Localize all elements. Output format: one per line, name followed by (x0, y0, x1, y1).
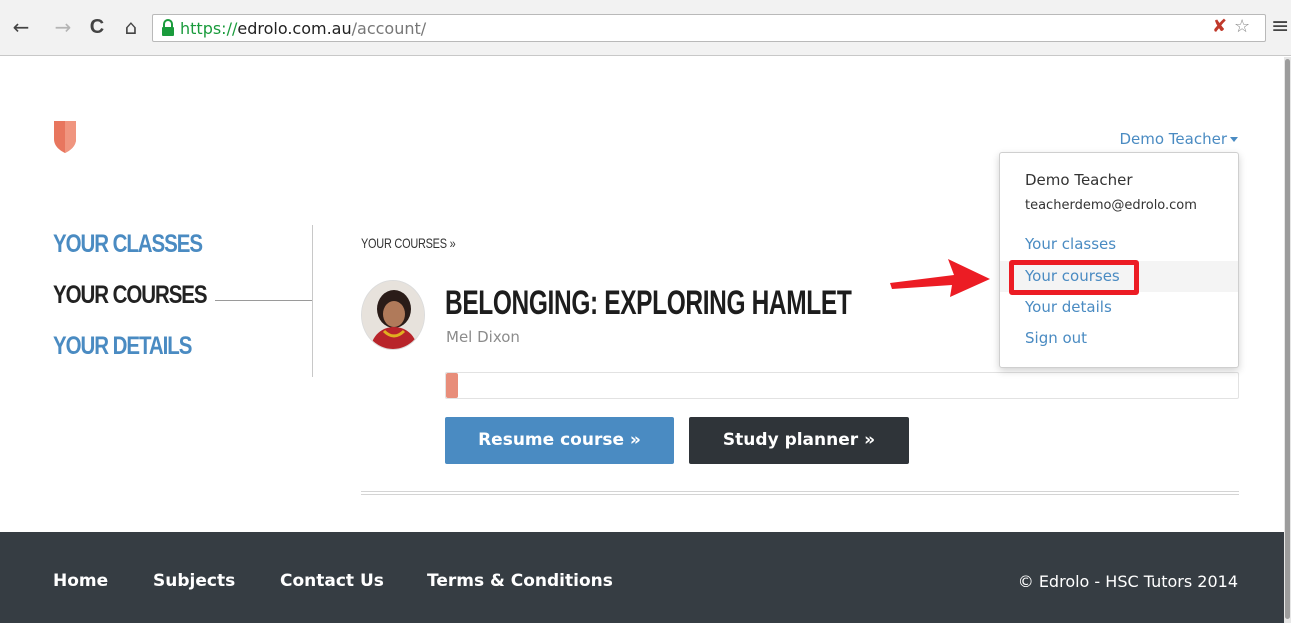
forward-icon[interactable]: → (50, 14, 76, 40)
study-planner-button[interactable]: Study planner » (689, 417, 909, 464)
side-nav-your-courses[interactable]: YOUR COURSES (53, 280, 208, 331)
course-author: Mel Dixon (446, 328, 520, 346)
side-nav: YOUR CLASSES YOUR COURSES YOUR DETAILS (53, 229, 240, 382)
course-progress-fill (446, 373, 458, 398)
page-scrollbar[interactable] (1284, 57, 1291, 623)
annotation-arrow-icon (890, 259, 990, 297)
author-avatar (361, 280, 425, 350)
vertical-divider (312, 225, 313, 377)
dropdown-user-name: Demo Teacher (1025, 171, 1133, 189)
dropdown-item-sign-out[interactable]: Sign out (1000, 323, 1238, 354)
bookmark-star-icon[interactable]: ☆ (1234, 16, 1250, 38)
browser-menu-icon[interactable]: ≡ (1271, 16, 1289, 38)
footer-link-contact-us[interactable]: Contact Us (280, 571, 384, 591)
side-nav-your-classes[interactable]: YOUR CLASSES (53, 229, 207, 280)
footer-link-terms[interactable]: Terms & Conditions (427, 571, 613, 591)
footer: Home Subjects Contact Us Terms & Conditi… (0, 532, 1284, 623)
scrollbar-thumb[interactable] (1285, 59, 1290, 619)
course-title[interactable]: BELONGING: EXPLORING HAMLET (445, 284, 852, 323)
dropdown-item-your-details[interactable]: Your details (1000, 292, 1238, 323)
extension-icon[interactable]: ✘ (1212, 16, 1227, 38)
breadcrumb[interactable]: YOUR COURSES » (361, 235, 456, 251)
annotation-highlight-box (1009, 260, 1139, 295)
active-indicator-line (215, 300, 313, 301)
user-dropdown-menu: Demo Teacher teacherdemo@edrolo.com Your… (999, 152, 1239, 368)
user-menu-toggle[interactable]: Demo Teacher (1119, 130, 1238, 148)
lock-icon (162, 19, 174, 36)
course-progress-bar (445, 372, 1239, 399)
side-nav-your-details[interactable]: YOUR DETAILS (53, 331, 207, 382)
edrolo-logo-icon[interactable] (53, 120, 77, 154)
browser-toolbar: ← → C ⌂ https://edrolo.com.au/account/ ✘… (0, 0, 1291, 56)
back-icon[interactable]: ← (8, 14, 34, 40)
avatar-portrait-icon (362, 281, 424, 349)
caret-down-icon (1230, 137, 1238, 142)
footer-link-subjects[interactable]: Subjects (153, 571, 235, 591)
address-bar[interactable]: https://edrolo.com.au/account/ (152, 14, 1266, 42)
dropdown-user-email: teacherdemo@edrolo.com (1025, 198, 1197, 213)
home-icon[interactable]: ⌂ (118, 14, 144, 40)
footer-link-home[interactable]: Home (53, 571, 108, 591)
dropdown-item-your-classes[interactable]: Your classes (1000, 229, 1238, 260)
reload-icon[interactable]: C (84, 14, 110, 40)
url-text: https://edrolo.com.au/account/ (180, 19, 427, 38)
footer-copyright: © Edrolo - HSC Tutors 2014 (1017, 572, 1238, 591)
section-divider (361, 491, 1239, 495)
page: Demo Teacher YOUR CLASSES YOUR COURSES Y… (0, 57, 1284, 623)
resume-course-button[interactable]: Resume course » (445, 417, 674, 464)
